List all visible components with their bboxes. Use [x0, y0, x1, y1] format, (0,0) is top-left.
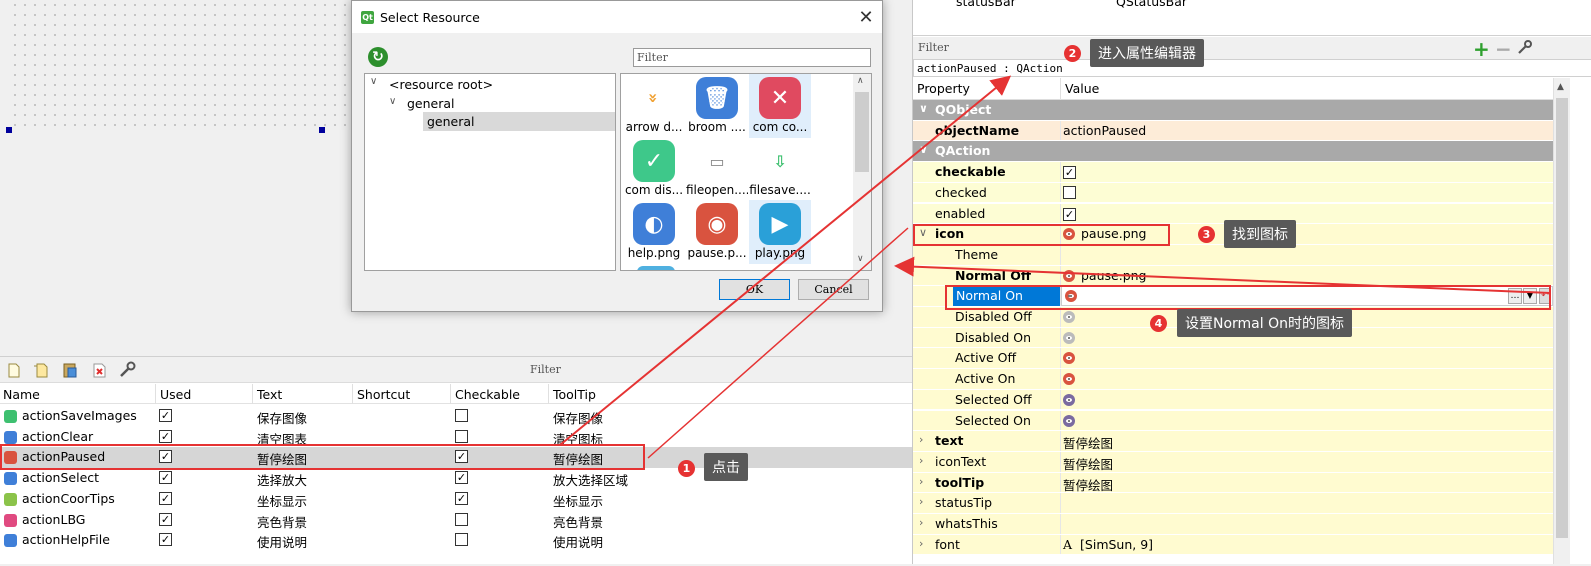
arrow-to-property-editor	[559, 75, 1012, 446]
annotation-arrows	[559, 75, 1551, 459]
callout-1-text: 点击	[704, 453, 748, 481]
arrow-connector	[647, 227, 909, 459]
callout-3-text: 找到图标	[1224, 220, 1296, 248]
arrow-to-dialog	[894, 256, 1551, 294]
callout-1-number: 1	[678, 460, 695, 477]
callout-2-text: 进入属性编辑器	[1090, 39, 1204, 67]
callout-4-number: 4	[1150, 315, 1167, 332]
callout-4-text: 设置Normal On时的图标	[1177, 309, 1352, 337]
callout-2-number: 2	[1064, 45, 1081, 62]
callout-3-number: 3	[1198, 226, 1215, 243]
